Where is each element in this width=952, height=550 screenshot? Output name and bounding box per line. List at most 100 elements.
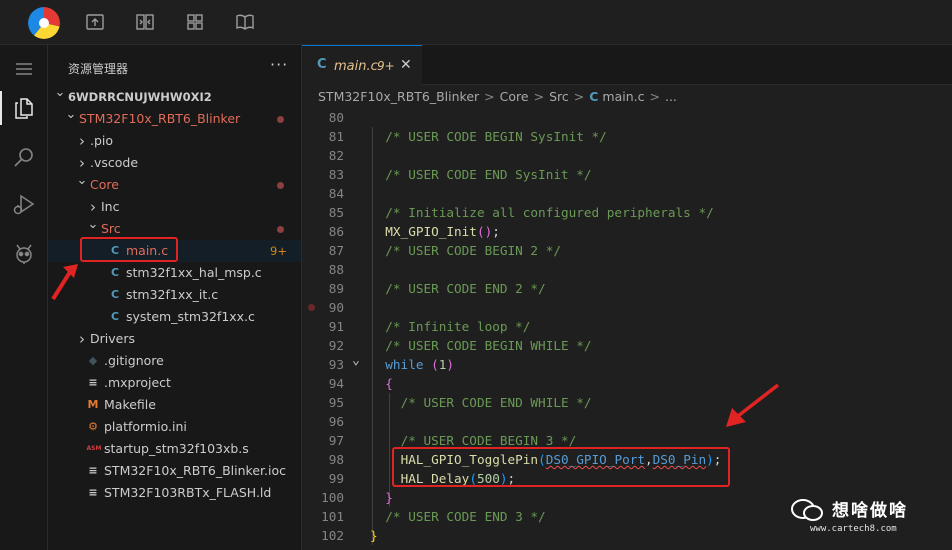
line-number: 90: [328, 300, 344, 315]
line-number: 88: [328, 262, 344, 277]
code-line[interactable]: 87 /* USER CODE BEGIN 2 */: [302, 241, 952, 260]
file-item[interactable]: ASM startup_stm32f103xb.s: [48, 438, 302, 460]
code-line[interactable]: 91 /* Infinite loop */: [302, 317, 952, 336]
activity-bar: [0, 45, 48, 550]
c-file-icon: C: [317, 57, 327, 72]
code-text: MX_GPIO_Init();: [385, 224, 500, 239]
code-line[interactable]: 83 /* USER CODE END SysInit */: [302, 165, 952, 184]
upload-file-icon[interactable]: [85, 12, 105, 32]
line-number: 97: [328, 433, 344, 448]
tree-item-label: 6WDRRCNUJWHW0XI2: [68, 90, 212, 104]
watermark: 想啥做啥 www.cartech8.com: [790, 496, 950, 546]
line-number: 92: [328, 338, 344, 353]
chevron-right-icon[interactable]: ›: [76, 130, 88, 152]
line-number: 96: [328, 414, 344, 429]
breadcrumb-item[interactable]: STM32F10x_RBT6_Blinker: [318, 89, 479, 104]
line-number: 91: [328, 319, 344, 334]
breadcrumb-separator: >: [484, 89, 495, 104]
tree-item-label: .gitignore: [104, 353, 164, 368]
explorer-icon[interactable]: [12, 96, 36, 120]
code-line[interactable]: 96: [302, 412, 952, 431]
tree-item-label: STM32F103RBTx_FLASH.ld: [104, 485, 272, 500]
folder-item[interactable]: › .pio: [48, 130, 302, 152]
line-number: 93: [328, 357, 344, 372]
line-number: 101: [321, 509, 344, 524]
file-item[interactable]: ◆ .gitignore: [48, 350, 302, 372]
chevron-down-icon[interactable]: ⌄: [65, 104, 77, 126]
code-line[interactable]: 92 /* USER CODE BEGIN WHILE */: [302, 336, 952, 355]
code-line[interactable]: 80: [302, 108, 952, 127]
line-number: 84: [328, 186, 344, 201]
code-text: /* USER CODE BEGIN 2 */: [385, 243, 561, 258]
file-type-icon: C: [110, 310, 120, 323]
close-icon[interactable]: ✕: [400, 57, 412, 73]
chevron-down-icon[interactable]: ⌄: [76, 170, 88, 192]
folder-item[interactable]: ⌄ 6WDRRCNUJWHW0XI2: [48, 85, 302, 108]
extensions-grid-icon[interactable]: [185, 12, 205, 32]
code-line[interactable]: 90: [302, 298, 952, 317]
code-line[interactable]: 86 MX_GPIO_Init();: [302, 222, 952, 241]
breadcrumb-item[interactable]: Src: [549, 89, 569, 104]
book-icon[interactable]: [235, 12, 255, 32]
file-item[interactable]: ≡ STM32F10x_RBT6_Blinker.ioc: [48, 460, 302, 482]
file-type-icon: ≡: [88, 376, 98, 389]
breadcrumb-separator: >: [533, 89, 545, 104]
chevron-down-icon[interactable]: ⌄: [54, 82, 66, 104]
code-text: /* USER CODE END 2 */: [385, 281, 546, 296]
code-line[interactable]: 95 /* USER CODE END WHILE */: [302, 393, 952, 412]
watermark-title: 想啥做啥: [832, 501, 908, 521]
code-line[interactable]: 85 /* Initialize all configured peripher…: [302, 203, 952, 222]
line-number: 89: [328, 281, 344, 296]
code-text: /* USER CODE BEGIN WHILE */: [385, 338, 592, 353]
breadcrumb-item[interactable]: Core: [500, 89, 529, 104]
code-line[interactable]: 89 /* USER CODE END 2 */: [302, 279, 952, 298]
tree-item-label: Makefile: [104, 397, 156, 412]
code-line[interactable]: 94 {: [302, 374, 952, 393]
code-text: while (1): [385, 357, 455, 372]
compare-icon[interactable]: [135, 12, 155, 32]
tree-item-label: Inc: [101, 199, 120, 214]
tree-item-label: startup_stm32f103xb.s: [104, 441, 249, 456]
explorer-title: 资源管理器: [68, 62, 129, 76]
file-item[interactable]: M Makefile: [48, 394, 302, 416]
code-text: }: [370, 528, 378, 543]
folder-item[interactable]: › Drivers: [48, 328, 302, 350]
chevron-right-icon[interactable]: ›: [76, 328, 88, 350]
folder-item[interactable]: ⌄ STM32F10x_RBT6_Blinker: [48, 107, 302, 130]
fold-chevron-icon[interactable]: ⌄: [352, 351, 360, 370]
tab-main-c[interactable]: C main.c 9+ ✕: [302, 45, 422, 85]
file-item[interactable]: Csystem_stm32f1xx.c: [48, 306, 302, 328]
file-item[interactable]: ⚙ platformio.ini: [48, 416, 302, 438]
file-item[interactable]: ≡ STM32F103RBTx_FLASH.ld: [48, 482, 302, 504]
code-text: {: [385, 376, 393, 391]
explorer-sidebar: 资源管理器 ··· ⌄ 6WDRRCNUJWHW0XI2 ⌄ STM32F10x_RB…: [48, 45, 302, 550]
code-line[interactable]: 82: [302, 146, 952, 165]
app-logo-icon: [28, 7, 60, 39]
search-icon[interactable]: [12, 145, 36, 169]
code-line[interactable]: 88: [302, 260, 952, 279]
modified-dot: [277, 182, 284, 189]
folder-item[interactable]: ⌄ Core: [48, 173, 302, 196]
line-number: 87: [328, 243, 344, 258]
file-type-icon: M: [87, 398, 99, 411]
c-file-icon: C: [589, 89, 599, 104]
code-line[interactable]: 84: [302, 184, 952, 203]
code-line[interactable]: 93 ⌄ while (1): [302, 353, 952, 374]
chevron-down-icon[interactable]: ⌄: [87, 214, 99, 236]
more-actions-button[interactable]: ···: [270, 55, 288, 74]
breadcrumb-item[interactable]: ...: [665, 89, 677, 104]
file-item[interactable]: ≡ .mxproject: [48, 372, 302, 394]
breadcrumb-separator: >: [649, 89, 660, 104]
tree-item-label: .mxproject: [104, 375, 171, 390]
tree-item-label: stm32f1xx_hal_msp.c: [126, 265, 262, 280]
tree-item-label: Core: [90, 177, 119, 192]
line-number: 85: [328, 205, 344, 220]
code-line[interactable]: 81 /* USER CODE BEGIN SysInit */: [302, 127, 952, 146]
file-item[interactable]: Cstm32f1xx_hal_msp.c: [48, 262, 302, 284]
run-debug-icon[interactable]: [12, 193, 36, 217]
platformio-icon[interactable]: [12, 241, 36, 265]
file-item[interactable]: Cstm32f1xx_it.c: [48, 284, 302, 306]
highlight-toggle-code: [392, 447, 730, 487]
breadcrumb-item[interactable]: main.c: [602, 89, 644, 104]
menu-icon[interactable]: [12, 57, 36, 81]
